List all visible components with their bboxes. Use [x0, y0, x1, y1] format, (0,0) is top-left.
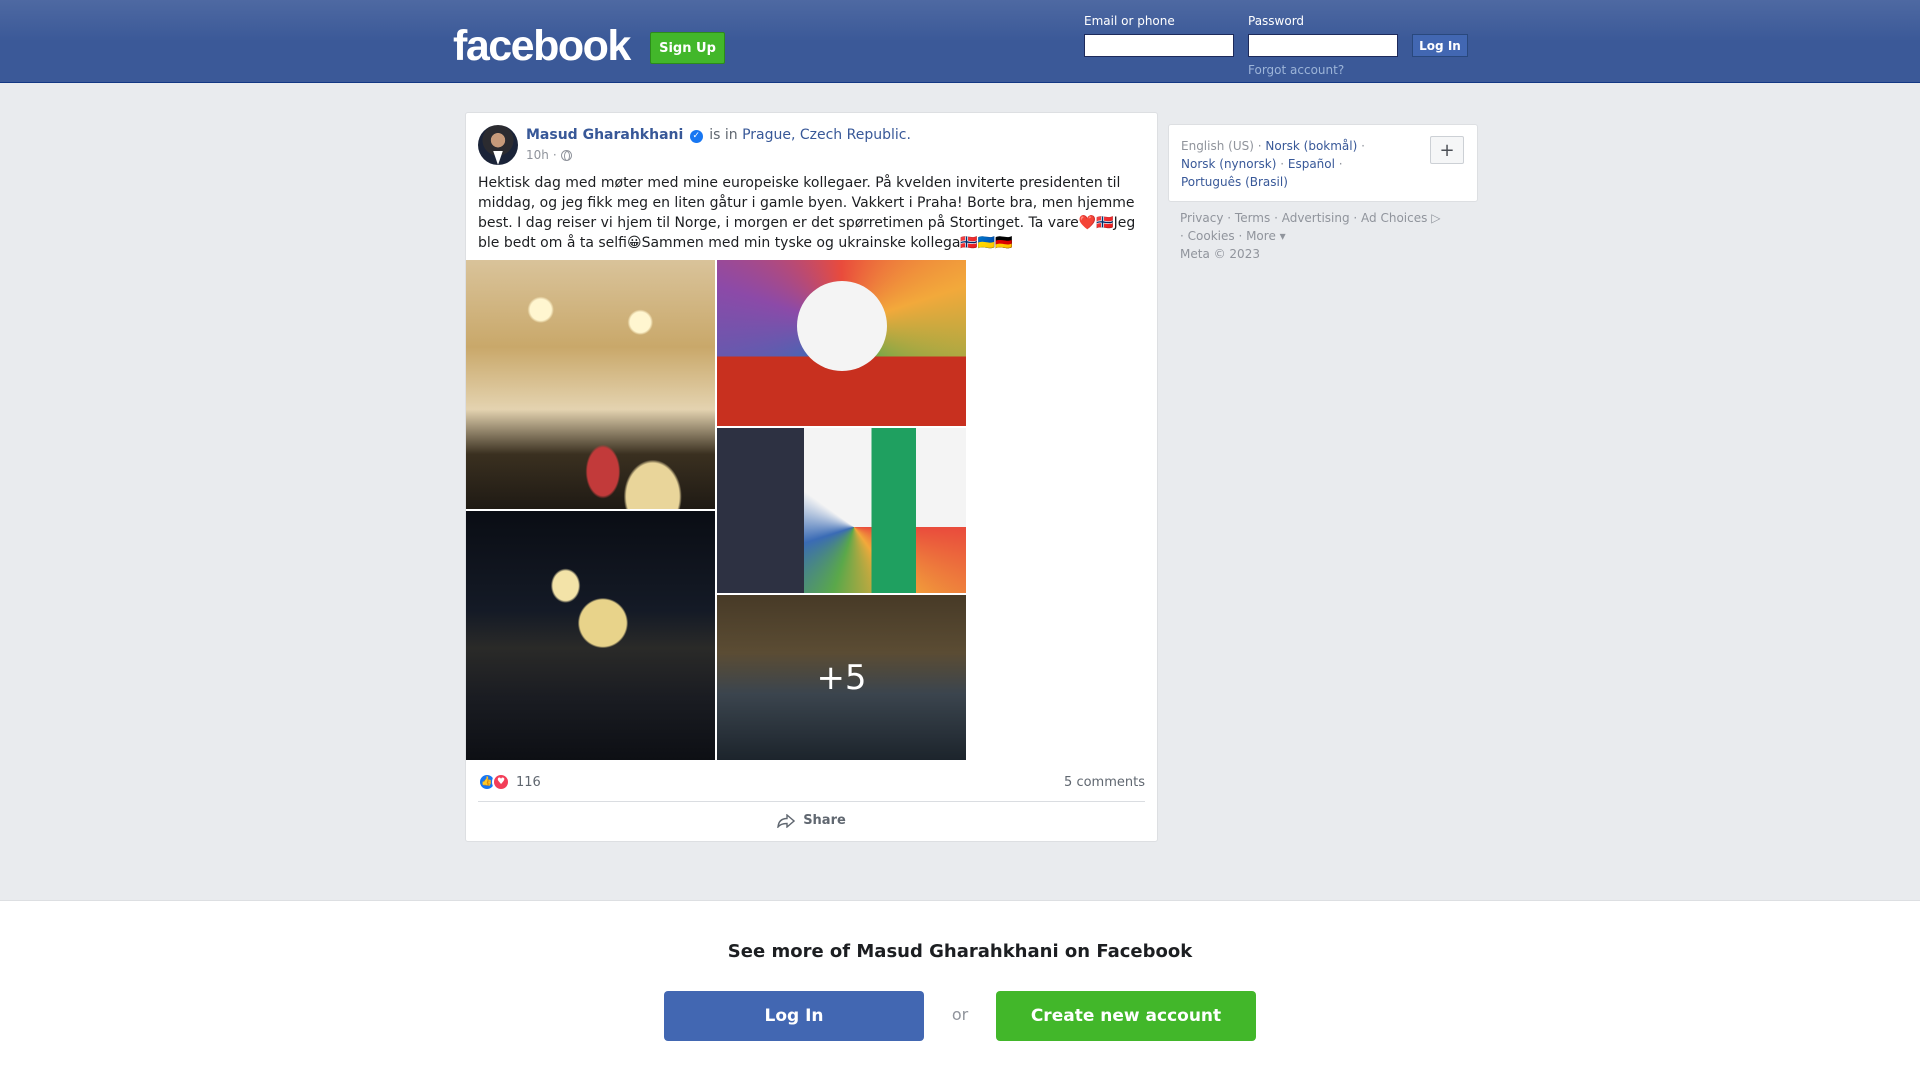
- language-norsk-nynorsk[interactable]: Norsk (nynorsk): [1181, 157, 1276, 171]
- ad-choices-icon: ▷: [1431, 211, 1441, 225]
- or-text: or: [951, 1005, 969, 1024]
- post-meta: 10h ·: [526, 148, 572, 162]
- banner-login-button[interactable]: Log In: [664, 991, 924, 1041]
- header-login-button[interactable]: Log In: [1412, 34, 1468, 57]
- password-field[interactable]: [1248, 34, 1398, 57]
- photo-grid: +5: [466, 260, 966, 760]
- post-text: Hektisk dag med møter med mine europeisk…: [478, 175, 1136, 251]
- caret-down-icon: ▾: [1279, 229, 1286, 243]
- email-field[interactable]: [1084, 34, 1234, 57]
- advertising-link[interactable]: Advertising: [1282, 211, 1350, 225]
- facebook-logo[interactable]: facebook: [453, 22, 631, 71]
- meta-separator: ·: [552, 148, 557, 162]
- post-card: Masud Gharahkhani ✓ is in Prague, Czech …: [465, 112, 1158, 842]
- more-photos-count[interactable]: +5: [717, 595, 966, 760]
- verified-badge-icon: ✓: [689, 130, 703, 143]
- globe-icon: [560, 149, 572, 161]
- add-language-button[interactable]: +: [1430, 136, 1464, 164]
- love-icon: ♥: [492, 773, 510, 791]
- language-portugues[interactable]: Português (Brasil): [1181, 175, 1288, 189]
- email-label: Email or phone: [1084, 14, 1175, 28]
- login-banner: See more of Masud Gharahkhani on Faceboo…: [0, 900, 1920, 1080]
- sign-up-button[interactable]: Sign Up: [650, 32, 725, 64]
- photo-palace-hall[interactable]: [466, 260, 715, 509]
- avatar[interactable]: [478, 125, 518, 165]
- post-header: Masud Gharahkhani ✓ is in Prague, Czech …: [526, 127, 911, 143]
- photo-night-castle[interactable]: [466, 511, 715, 760]
- top-bar: facebook Sign Up Email or phone Password…: [0, 0, 1920, 83]
- author-name[interactable]: Masud Gharahkhani: [526, 127, 683, 143]
- reactions-summary[interactable]: 👍 ♥ 116: [478, 773, 541, 791]
- banner-title: See more of Masud Gharahkhani on Faceboo…: [727, 941, 1193, 962]
- location-link[interactable]: Prague, Czech Republic.: [742, 127, 911, 143]
- comments-count[interactable]: 5 comments: [1064, 775, 1145, 790]
- forgot-account-link[interactable]: Forgot account?: [1248, 63, 1344, 77]
- share-icon: [777, 813, 796, 828]
- share-label: Share: [803, 813, 846, 828]
- photo-conference-room[interactable]: +5: [717, 595, 966, 760]
- create-account-button[interactable]: Create new account: [996, 991, 1256, 1041]
- ad-choices-link[interactable]: Ad Choices: [1361, 211, 1427, 225]
- reaction-count: 116: [516, 774, 541, 790]
- is-in-text: is in: [709, 127, 738, 143]
- post-time[interactable]: 10h: [526, 148, 549, 162]
- privacy-link[interactable]: Privacy: [1180, 211, 1223, 225]
- share-button[interactable]: Share: [466, 813, 1157, 828]
- current-language: English (US): [1181, 139, 1254, 153]
- cookies-link[interactable]: Cookies: [1188, 229, 1235, 243]
- footer-links: Privacy · Terms · Advertising · Ad Choic…: [1180, 211, 1441, 261]
- copyright: Meta © 2023: [1180, 247, 1260, 261]
- more-link[interactable]: More: [1246, 229, 1276, 243]
- photo-two-people[interactable]: [717, 428, 966, 593]
- divider: [478, 801, 1145, 802]
- language-espanol[interactable]: Español: [1288, 157, 1335, 171]
- language-norsk-bokmal[interactable]: Norsk (bokmål): [1265, 139, 1357, 153]
- terms-link[interactable]: Terms: [1235, 211, 1270, 225]
- photo-group-red-carpet[interactable]: [717, 260, 966, 426]
- password-label: Password: [1248, 14, 1305, 28]
